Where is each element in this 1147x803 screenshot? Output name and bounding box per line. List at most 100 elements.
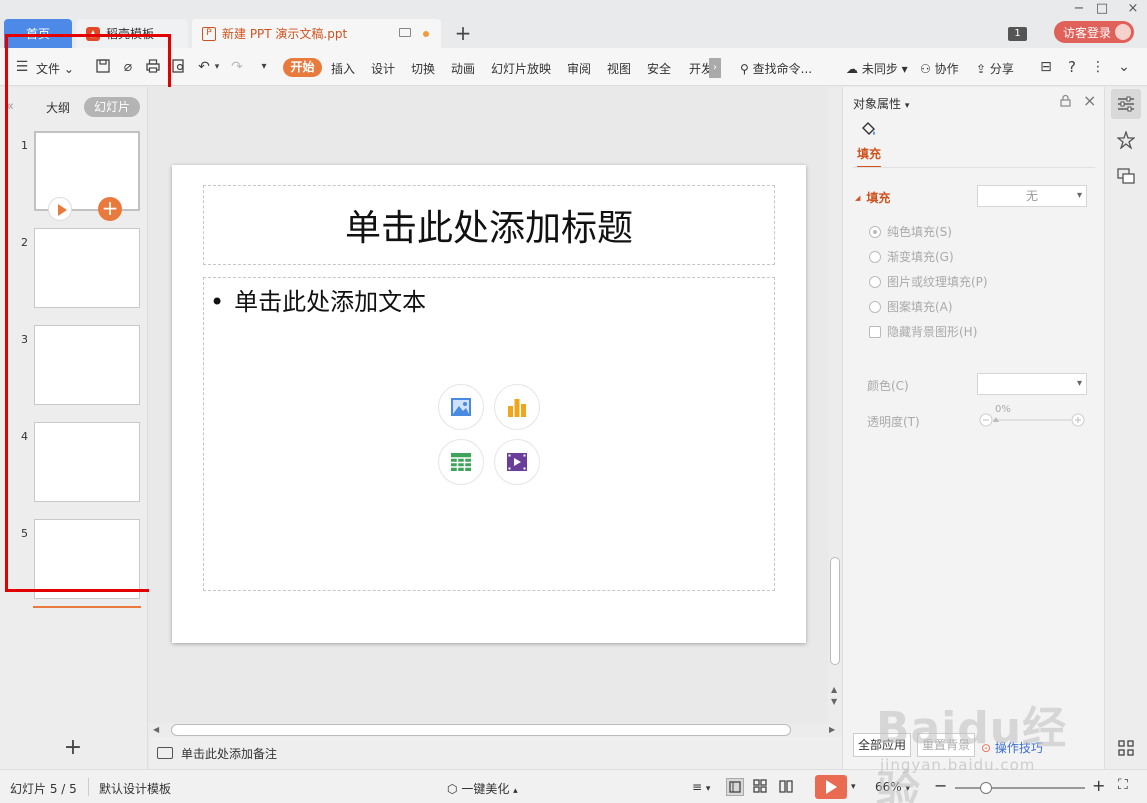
insert-table-icon[interactable] <box>438 439 484 485</box>
tab-design[interactable]: 设计 <box>371 60 395 77</box>
properties-toggle-icon[interactable] <box>1111 89 1141 119</box>
sync-button[interactable]: ☁ 未同步 ▾ <box>846 60 908 77</box>
normal-view-icon[interactable] <box>726 778 744 796</box>
insert-chart-icon[interactable] <box>494 384 540 430</box>
tab-security[interactable]: 安全 <box>647 60 671 77</box>
zoom-slider[interactable] <box>955 782 1085 794</box>
save-icon[interactable] <box>95 59 111 75</box>
more-dropdown-icon[interactable]: ▾ <box>256 59 272 75</box>
undo-dropdown-icon[interactable]: ▾ <box>209 59 225 75</box>
zoom-in-icon[interactable]: + <box>1092 776 1105 795</box>
close-icon[interactable]: × <box>1083 91 1096 110</box>
screen-icon[interactable] <box>399 28 411 37</box>
tips-link[interactable]: ⊙ 操作技巧 <box>981 739 1043 756</box>
visitor-login-button[interactable]: 访客登录 <box>1054 21 1134 43</box>
slide-thumbnail-5[interactable] <box>34 519 140 599</box>
play-from-slide-icon[interactable] <box>48 197 72 221</box>
collapse-ribbon-icon[interactable]: ⌄ <box>1116 59 1132 75</box>
tab-fill[interactable]: 填充 <box>857 145 882 168</box>
close-button[interactable]: × <box>1122 0 1144 18</box>
redo-icon[interactable]: ↷ <box>229 59 245 75</box>
format-painter-icon[interactable]: ⌀ <box>120 59 136 75</box>
slide[interactable]: 单击此处添加标题 单击此处添加文本 <box>172 165 806 643</box>
help-icon[interactable]: ? <box>1064 59 1080 75</box>
color-select[interactable] <box>977 373 1087 395</box>
tab-view[interactable]: 视图 <box>607 60 631 77</box>
tab-outline[interactable]: 大纲 <box>46 99 70 116</box>
animation-star-icon[interactable] <box>1111 125 1141 155</box>
command-search[interactable]: ⚲ 查找命令... <box>740 60 812 77</box>
transparency-slider[interactable] <box>979 413 1089 427</box>
scroll-down-icon[interactable]: ▼ <box>831 697 837 706</box>
tab-slideshow[interactable]: 幻灯片放映 <box>491 60 551 77</box>
reset-background-button[interactable]: 重置背景 <box>917 733 976 757</box>
scroll-left-icon[interactable]: ◀ <box>153 725 159 734</box>
hide-background-checkbox[interactable]: 隐藏背景图形(H) <box>869 323 977 340</box>
slide-switch-icon[interactable] <box>1111 161 1141 191</box>
picture-fill-radio[interactable]: 图片或纹理填充(P) <box>869 273 988 290</box>
share-button[interactable]: ⇪ 分享 <box>976 60 1014 77</box>
tab-insert[interactable]: 插入 <box>331 60 355 77</box>
tab-document[interactable]: P 新建 PPT 演示文稿.ppt <box>192 19 441 48</box>
print-icon[interactable] <box>145 59 161 75</box>
slide-thumbnail-4[interactable] <box>34 422 140 502</box>
fill-type-select[interactable]: 无 <box>977 185 1087 207</box>
chevron-right-icon[interactable]: › <box>709 58 721 78</box>
notes-view-icon[interactable]: ≡ ▾ <box>692 780 710 794</box>
expand-toolbar-icon[interactable]: ⊟ <box>1038 59 1054 75</box>
body-placeholder[interactable]: 单击此处添加文本 <box>203 277 775 591</box>
more-options-icon[interactable]: ⋮ <box>1090 59 1106 75</box>
gradient-fill-radio[interactable]: 渐变填充(G) <box>869 248 954 265</box>
fill-section-header[interactable]: 填充 <box>855 189 890 206</box>
new-tab-button[interactable]: + <box>452 21 474 45</box>
minimize-button[interactable]: − <box>1068 0 1090 18</box>
slide-sorter-icon[interactable] <box>752 778 770 796</box>
notes-area[interactable]: 单击此处添加备注 <box>149 737 842 769</box>
tab-review[interactable]: 审阅 <box>567 60 591 77</box>
scrollbar-thumb[interactable] <box>830 557 840 665</box>
vertical-scrollbar[interactable]: ▲ ▼ <box>828 87 842 723</box>
tab-home[interactable]: 首页 <box>4 19 72 48</box>
tab-developer[interactable]: 开发 <box>689 60 709 77</box>
add-slide-button[interactable]: + <box>62 737 84 759</box>
panel-title[interactable]: 对象属性 ▾ <box>853 95 909 112</box>
tab-start[interactable]: 开始 <box>283 58 322 77</box>
hamburger-menu-icon[interactable]: ☰ <box>14 59 30 75</box>
pattern-fill-radio[interactable]: 图案填充(A) <box>869 298 953 315</box>
window-count-badge[interactable]: 1 <box>1008 27 1027 41</box>
file-menu[interactable]: 文件 ⌄ <box>36 60 74 77</box>
slide-thumbnail-1[interactable] <box>34 131 140 211</box>
scroll-up-icon[interactable]: ▲ <box>831 685 837 694</box>
slideshow-play-button[interactable] <box>815 775 847 799</box>
add-slide-icon[interactable]: + <box>98 197 122 221</box>
solid-fill-radio[interactable]: 纯色填充(S) <box>869 223 952 240</box>
slideshow-dropdown-icon[interactable]: ▾ <box>851 782 856 792</box>
slide-thumbnail-2[interactable] <box>34 228 140 308</box>
tab-template[interactable]: ▲ 稻壳模板 <box>76 19 188 48</box>
title-placeholder[interactable]: 单击此处添加标题 <box>203 185 775 265</box>
insert-picture-icon[interactable] <box>438 384 484 430</box>
tab-slides[interactable]: 幻灯片 <box>84 97 140 117</box>
insert-video-icon[interactable] <box>494 439 540 485</box>
print-preview-icon[interactable] <box>171 59 187 75</box>
design-template-label[interactable]: 默认设计模板 <box>99 780 171 797</box>
apply-all-button[interactable]: 全部应用 <box>853 733 912 757</box>
slide-thumbnail-3[interactable] <box>34 325 140 405</box>
reading-view-icon[interactable] <box>778 778 796 796</box>
scrollbar-thumb[interactable] <box>171 724 791 736</box>
paint-bucket-icon[interactable] <box>859 121 877 139</box>
beautify-button[interactable]: ⬡ 一键美化 ▴ <box>447 780 518 797</box>
horizontal-scrollbar[interactable]: ◀ ▶ <box>149 723 842 737</box>
zoom-level[interactable]: 66% ▾ <box>875 780 910 794</box>
scroll-right-icon[interactable]: ▶ <box>829 725 835 734</box>
maximize-button[interactable]: □ <box>1091 0 1113 18</box>
collapse-panel-icon[interactable]: « <box>6 99 14 114</box>
collaborate-button[interactable]: ⚇ 协作 <box>920 60 959 77</box>
zoom-slider-thumb[interactable] <box>980 782 993 794</box>
fit-window-icon[interactable]: ⛶ <box>1118 777 1128 793</box>
tab-transition[interactable]: 切换 <box>411 60 435 77</box>
lock-icon[interactable] <box>1060 94 1071 107</box>
grid-apps-icon[interactable] <box>1111 733 1141 763</box>
zoom-out-icon[interactable]: − <box>934 776 947 795</box>
tab-animation[interactable]: 动画 <box>451 60 475 77</box>
